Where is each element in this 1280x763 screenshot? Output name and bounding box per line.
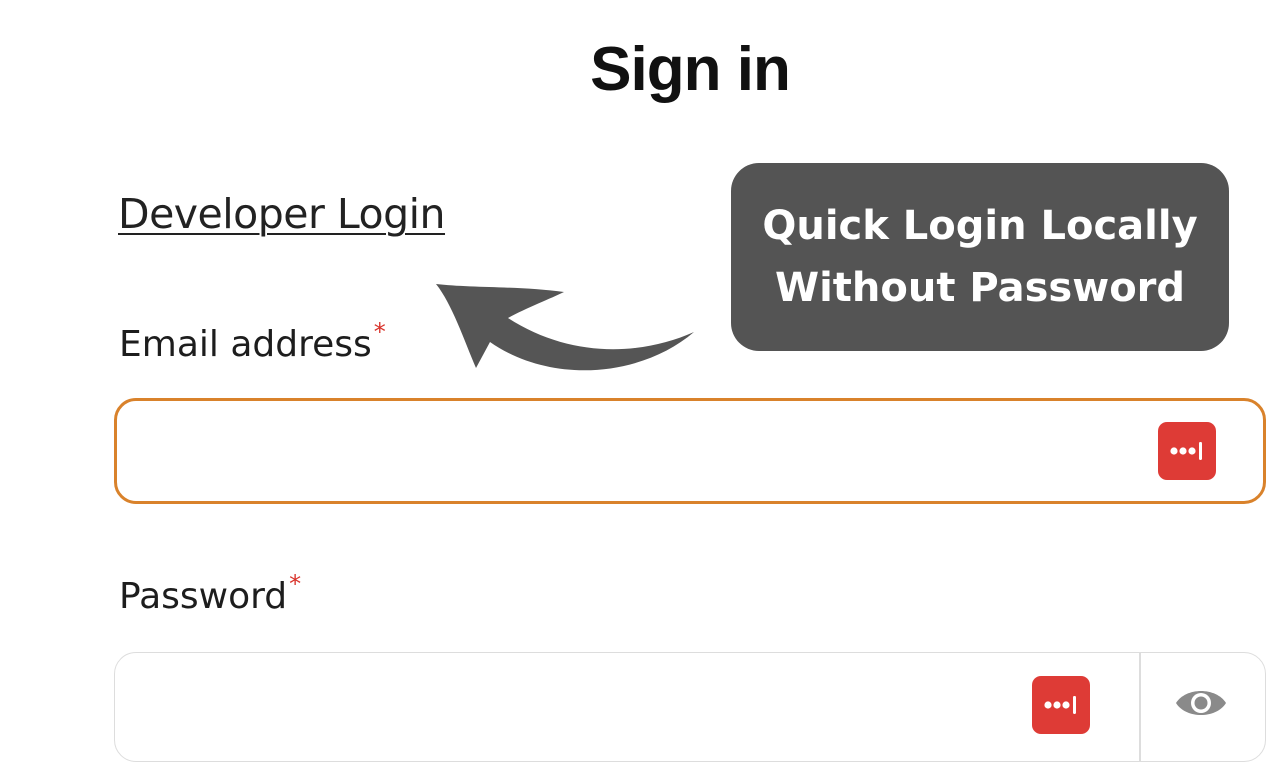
- password-manager-icon[interactable]: [1158, 422, 1216, 480]
- password-input[interactable]: [139, 653, 1023, 763]
- password-required-marker: *: [289, 570, 302, 598]
- email-label-text: Email address: [119, 324, 372, 365]
- curved-arrow-icon: [436, 284, 694, 371]
- password-manager-dots-icon: [1170, 442, 1202, 460]
- password-field[interactable]: [114, 652, 1266, 763]
- password-label-text: Password: [119, 576, 288, 617]
- email-input[interactable]: [141, 401, 1105, 503]
- email-field[interactable]: [114, 398, 1266, 504]
- annotation-callout: Quick Login Locally Without Password: [731, 163, 1229, 351]
- password-manager-dots-icon: [1044, 696, 1076, 714]
- callout-line-2: Without Password: [774, 265, 1186, 311]
- email-required-marker: *: [373, 318, 386, 346]
- password-label: Password*: [119, 570, 301, 617]
- password-manager-icon[interactable]: [1032, 676, 1090, 734]
- callout-line-1: Quick Login Locally: [762, 203, 1198, 249]
- password-divider: [1139, 653, 1141, 761]
- eye-icon[interactable]: [1173, 683, 1229, 723]
- page-title: Sign in: [590, 35, 791, 104]
- email-label: Email address*: [119, 318, 386, 365]
- developer-login-link[interactable]: Developer Login: [118, 190, 446, 238]
